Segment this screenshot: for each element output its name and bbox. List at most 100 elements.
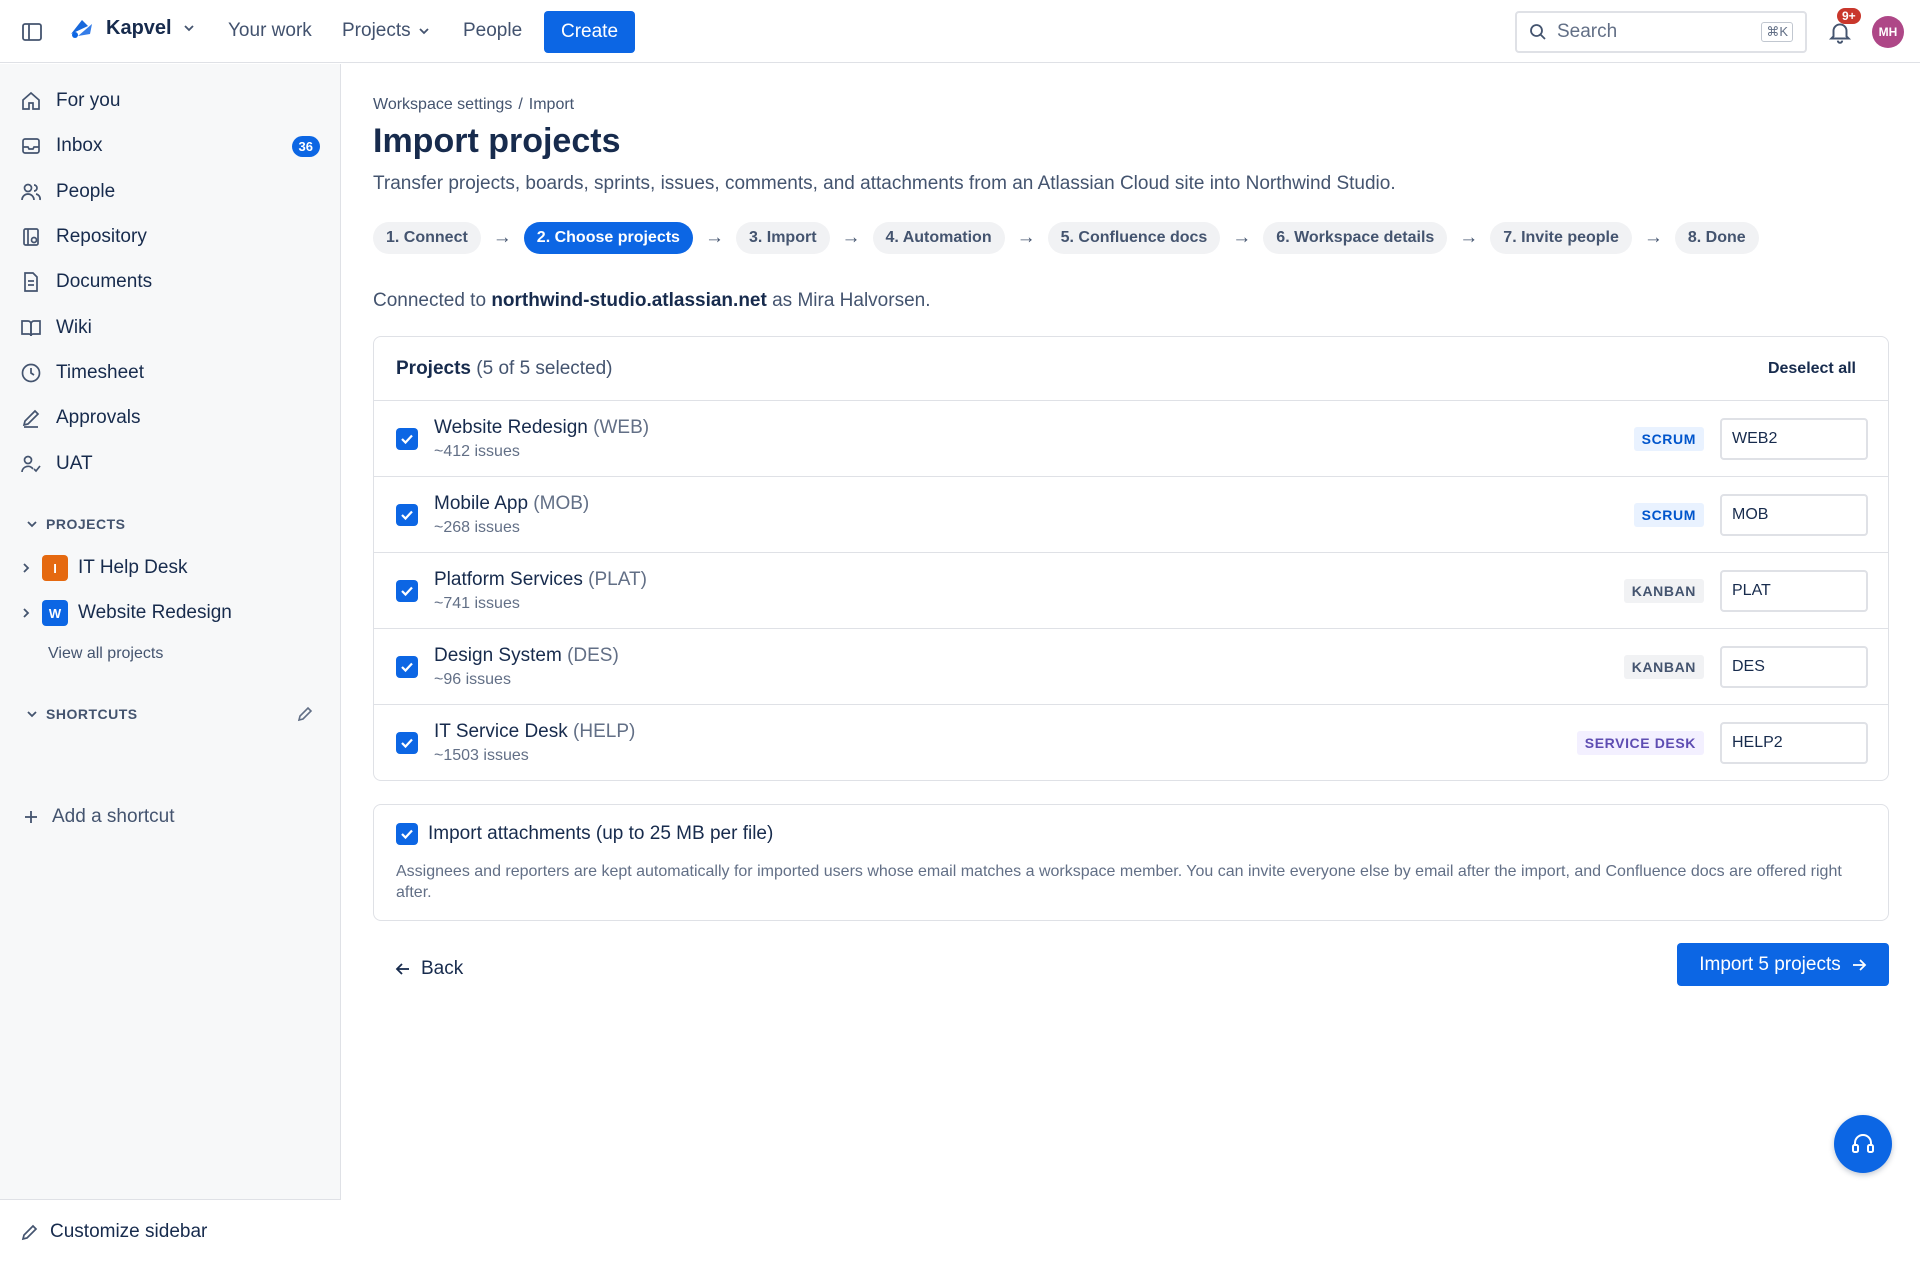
projects-card-title: Projects (5 of 5 selected) [396, 358, 613, 380]
create-button[interactable]: Create [544, 11, 635, 53]
sidebar-item-uat[interactable]: UAT [20, 446, 320, 482]
customize-sidebar-button[interactable]: Customize sidebar [0, 1199, 341, 1264]
new-project-key-input[interactable] [1720, 569, 1868, 612]
sidebar-item-timesheet[interactable]: Timesheet [20, 355, 320, 391]
new-project-key-input[interactable] [1720, 417, 1868, 460]
arrow-right-icon: → [841, 227, 861, 248]
projects-heading: Projects [396, 357, 471, 379]
plus-icon [25, 811, 37, 823]
arrow-right-icon: → [1016, 227, 1036, 248]
chevron-right-icon[interactable] [20, 607, 32, 619]
sidebar-item-wiki[interactable]: Wiki [20, 310, 320, 346]
sidebar-item-inbox[interactable]: Inbox 36 [20, 128, 320, 164]
search-input[interactable]: Search ⌘K [1515, 11, 1807, 53]
chevron-right-icon[interactable] [20, 562, 32, 574]
project-row: Website Redesign (WEB) ~412 issues SCRUM [374, 401, 1888, 477]
breadcrumb: Workspace settings / Import [373, 96, 574, 114]
projects-card-header: Projects (5 of 5 selected) Deselect all [374, 337, 1888, 401]
back-button[interactable]: Back [385, 948, 473, 990]
sidebar-item-label: Documents [56, 271, 153, 292]
import-attachments-checkbox[interactable] [396, 823, 418, 845]
sidebar-item-documents[interactable]: Documents [20, 264, 320, 300]
project-key: (HELP) [573, 721, 636, 742]
step-automation[interactable]: 4. Automation [872, 222, 1005, 254]
step-choose-projects[interactable]: 2. Choose projects [523, 222, 693, 254]
project-row: IT Service Desk (HELP) ~1503 issues SERV… [374, 705, 1888, 781]
checkmark-icon [401, 829, 413, 840]
pen-icon [22, 409, 40, 428]
projects-card: Projects (5 of 5 selected) Deselect all … [373, 336, 1889, 781]
step-confluence-docs[interactable]: 5. Confluence docs [1047, 222, 1221, 254]
app-name: Kapvel [106, 16, 172, 39]
project-name: IT Service Desk [434, 721, 568, 742]
new-project-key-input[interactable] [1720, 722, 1868, 764]
step-invite-people[interactable]: 7. Invite people [1490, 222, 1632, 254]
arrow-right-icon [1852, 958, 1867, 971]
project-checkbox[interactable] [396, 655, 418, 678]
sidebar-toggle-icon[interactable] [20, 20, 44, 44]
project-info: IT Service Desk (HELP) ~1503 issues [434, 721, 1577, 765]
import-projects-button[interactable]: Import 5 projects [1677, 943, 1889, 986]
arrow-right-icon: → [1232, 227, 1252, 248]
project-checkbox[interactable] [396, 427, 418, 450]
edit-shortcuts-icon[interactable] [296, 705, 314, 723]
project-issue-count: ~268 issues [434, 518, 520, 536]
step-done[interactable]: 8. Done [1674, 222, 1759, 254]
project-key: (PLAT) [588, 568, 647, 590]
breadcrumb-import[interactable]: Import [529, 96, 574, 114]
sidebar-item-for-you[interactable]: For you [20, 83, 320, 119]
kapvel-logo-icon [71, 20, 92, 38]
add-shortcut-button[interactable]: Add a shortcut [22, 806, 175, 828]
checkmark-icon [401, 510, 413, 520]
sidebar-project-website-redesign[interactable]: W Website Redesign [20, 596, 232, 630]
connected-prefix: Connected to [373, 290, 487, 311]
view-all-projects-link[interactable]: View all projects [48, 645, 163, 663]
document-icon [24, 272, 38, 292]
step-connect[interactable]: 1. Connect [373, 222, 481, 254]
project-info: Website Redesign (WEB) ~412 issues [434, 417, 1634, 461]
help-support-button[interactable] [1834, 1115, 1892, 1173]
connected-suffix: as Mira Halvorsen. [772, 290, 931, 311]
breadcrumb-workspace-settings[interactable]: Workspace settings [373, 96, 512, 114]
add-shortcut-label: Add a shortcut [52, 806, 175, 827]
project-checkbox[interactable] [396, 732, 418, 754]
sidebar-item-label: Timesheet [56, 362, 144, 383]
sidebar-item-people[interactable]: People [20, 174, 320, 210]
import-attachments-label[interactable]: Import attachments (up to 25 MB per file… [428, 823, 773, 845]
project-row: Platform Services (PLAT) ~741 issues KAN… [374, 553, 1888, 629]
nav-people[interactable]: People [463, 20, 522, 42]
nav-projects[interactable]: Projects [342, 20, 431, 42]
deselect-all-button[interactable]: Deselect all [1758, 354, 1866, 384]
nav-projects-label: Projects [342, 20, 411, 41]
user-avatar[interactable]: MH [1872, 16, 1904, 48]
headset-icon [1852, 1134, 1874, 1153]
checkmark-icon [401, 738, 413, 749]
project-type-badge: KANBAN [1623, 578, 1704, 603]
nav-your-work-label: Your work [228, 20, 312, 41]
attachments-card: Import attachments (up to 25 MB per file… [373, 804, 1889, 921]
project-avatar: I [42, 555, 68, 581]
sidebar-item-label: Wiki [56, 317, 92, 338]
new-project-key-input[interactable] [1720, 493, 1868, 536]
project-info: Platform Services (PLAT) ~741 issues [434, 569, 1624, 613]
shortcuts-section-toggle[interactable]: SHORTCUTS [26, 706, 138, 722]
project-type-badge: SCRUM [1633, 426, 1704, 451]
new-project-key-input[interactable] [1720, 645, 1868, 688]
nav-your-work[interactable]: Your work [228, 20, 312, 42]
project-info: Design System (DES) ~96 issues [434, 645, 1624, 689]
project-checkbox[interactable] [396, 503, 418, 526]
sidebar-project-it-help-desk[interactable]: I IT Help Desk [20, 551, 187, 585]
project-label: Website Redesign [78, 602, 232, 623]
project-issue-count: ~1503 issues [434, 747, 529, 764]
project-checkbox[interactable] [396, 579, 418, 602]
app-switcher[interactable]: Kapvel [68, 16, 196, 40]
project-info: Mobile App (MOB) ~268 issues [434, 493, 1634, 537]
step-import[interactable]: 3. Import [735, 222, 830, 254]
sidebar-item-label: UAT [56, 453, 93, 474]
sidebar-item-approvals[interactable]: Approvals [20, 400, 320, 436]
breadcrumb-separator: / [518, 96, 523, 113]
sidebar-item-repository[interactable]: Repository [20, 219, 320, 255]
projects-section-toggle[interactable]: PROJECTS [26, 516, 125, 532]
step-workspace-details[interactable]: 6. Workspace details [1263, 222, 1448, 254]
sidebar-item-label: Approvals [56, 407, 141, 428]
